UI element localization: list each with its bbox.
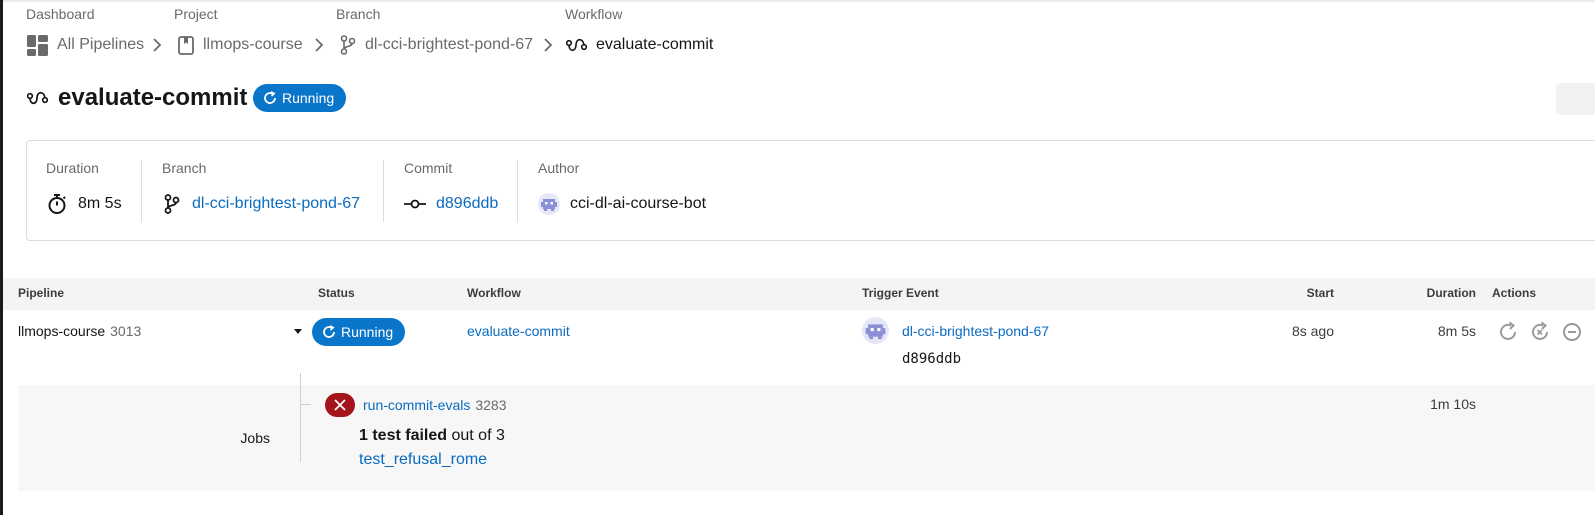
row-workflow-link[interactable]: evaluate-commit xyxy=(467,323,570,339)
avatar xyxy=(862,317,889,344)
summary-commit-label: Commit xyxy=(404,160,453,176)
dashboard-icon xyxy=(27,34,48,56)
failed-status-icon xyxy=(325,393,355,417)
summary-author-value: cci-dl-ai-course-bot xyxy=(570,195,707,212)
breadcrumb-branch[interactable]: dl-cci-brightest-pond-67 xyxy=(340,34,533,56)
rerun-failed-icon[interactable] xyxy=(1529,321,1551,343)
page-title: evaluate-commit xyxy=(27,84,247,112)
job-duration: 1m 10s xyxy=(1430,396,1476,412)
pipeline-name-text: llmops-course xyxy=(18,323,106,339)
column-header-trigger: Trigger Event xyxy=(862,286,939,300)
jobs-label: Jobs xyxy=(240,430,270,446)
summary-divider xyxy=(141,160,142,222)
chevron-right-icon xyxy=(153,38,162,52)
breadcrumb-label-project: Project xyxy=(174,6,218,22)
column-header-actions: Actions xyxy=(1492,286,1537,300)
workflow-icon xyxy=(27,91,48,105)
column-header-start: Start xyxy=(1306,286,1334,300)
summary-commit: Commit d896ddb xyxy=(404,160,498,216)
breadcrumb-label-branch: Branch xyxy=(336,6,381,22)
test-failed-count: 1 test failed xyxy=(359,427,448,444)
trigger-commit[interactable]: d896ddb xyxy=(902,351,961,367)
job-item[interactable]: run-commit-evals 3283 xyxy=(363,397,507,413)
breadcrumb-workflow[interactable]: evaluate-commit xyxy=(566,34,713,56)
row-duration: 8m 5s xyxy=(1437,323,1476,339)
branch-icon xyxy=(164,194,180,214)
summary-duration-label: Duration xyxy=(46,160,99,176)
expand-caret-icon[interactable] xyxy=(294,329,302,334)
chevron-right-icon xyxy=(315,38,324,52)
status-badge: Running xyxy=(253,84,347,112)
row-start-time: 8s ago xyxy=(1291,323,1334,339)
top-divider xyxy=(3,0,1595,2)
close-icon xyxy=(334,399,346,411)
breadcrumb-all-pipelines-label: All Pipelines xyxy=(57,36,145,53)
left-edge xyxy=(0,0,3,515)
table-header xyxy=(3,278,1595,310)
refresh-icon xyxy=(323,325,335,338)
page-title-text: evaluate-commit xyxy=(58,84,248,111)
stopwatch-icon xyxy=(48,194,66,214)
row-status-label: Running xyxy=(341,324,394,340)
test-summary: 1 test failed out of 3 xyxy=(359,427,505,445)
breadcrumb-project[interactable]: llmops-course xyxy=(178,34,303,56)
job-name-link[interactable]: run-commit-evals xyxy=(363,397,470,413)
header-action-button[interactable] xyxy=(1556,83,1595,115)
summary-branch: Branch dl-cci-brightest-pond-67 xyxy=(162,160,360,216)
summary-divider xyxy=(517,160,518,222)
pipeline-number: 3013 xyxy=(110,323,142,339)
summary-branch-link[interactable]: dl-cci-brightest-pond-67 xyxy=(192,195,360,213)
summary-duration: Duration 8m 5s xyxy=(46,160,122,216)
breadcrumb-project-label: llmops-course xyxy=(203,36,303,53)
breadcrumb-branch-label: dl-cci-brightest-pond-67 xyxy=(365,36,534,53)
refresh-icon xyxy=(264,91,276,104)
breadcrumb-label-workflow: Workflow xyxy=(565,6,623,22)
avatar xyxy=(538,193,560,215)
breadcrumb-all-pipelines[interactable]: All Pipelines xyxy=(27,34,144,56)
summary-branch-label: Branch xyxy=(162,160,207,176)
commit-icon xyxy=(404,199,426,209)
rerun-icon[interactable] xyxy=(1497,321,1519,343)
summary-duration-value: 8m 5s xyxy=(78,195,122,212)
table-row xyxy=(3,310,1595,385)
column-header-pipeline: Pipeline xyxy=(18,286,65,300)
workflow-icon xyxy=(566,38,587,52)
job-number: 3283 xyxy=(475,397,507,413)
breadcrumb-workflow-label: evaluate-commit xyxy=(596,36,714,53)
status-badge-label: Running xyxy=(282,90,335,106)
cancel-icon[interactable] xyxy=(1561,321,1583,343)
column-header-workflow: Workflow xyxy=(467,286,521,300)
branch-icon xyxy=(340,35,356,55)
project-icon xyxy=(178,35,194,55)
status-badge: Running xyxy=(312,318,406,346)
tree-connector xyxy=(301,404,311,405)
tree-connector xyxy=(300,373,301,462)
summary-divider xyxy=(383,160,384,222)
trigger-branch-link[interactable]: dl-cci-brightest-pond-67 xyxy=(902,323,1049,339)
summary-author: Author cci-dl-ai-course-bot xyxy=(538,160,706,216)
failed-test-link[interactable]: test_refusal_rome xyxy=(359,451,487,469)
summary-commit-link[interactable]: d896ddb xyxy=(436,195,498,213)
summary-author-label: Author xyxy=(538,160,580,176)
breadcrumb-label-dashboard: Dashboard xyxy=(26,6,95,22)
column-header-duration: Duration xyxy=(1426,286,1476,300)
column-header-status: Status xyxy=(318,286,355,300)
chevron-right-icon xyxy=(544,38,553,52)
pipeline-name[interactable]: llmops-course 3013 xyxy=(18,323,141,339)
test-total: out of 3 xyxy=(451,427,505,444)
